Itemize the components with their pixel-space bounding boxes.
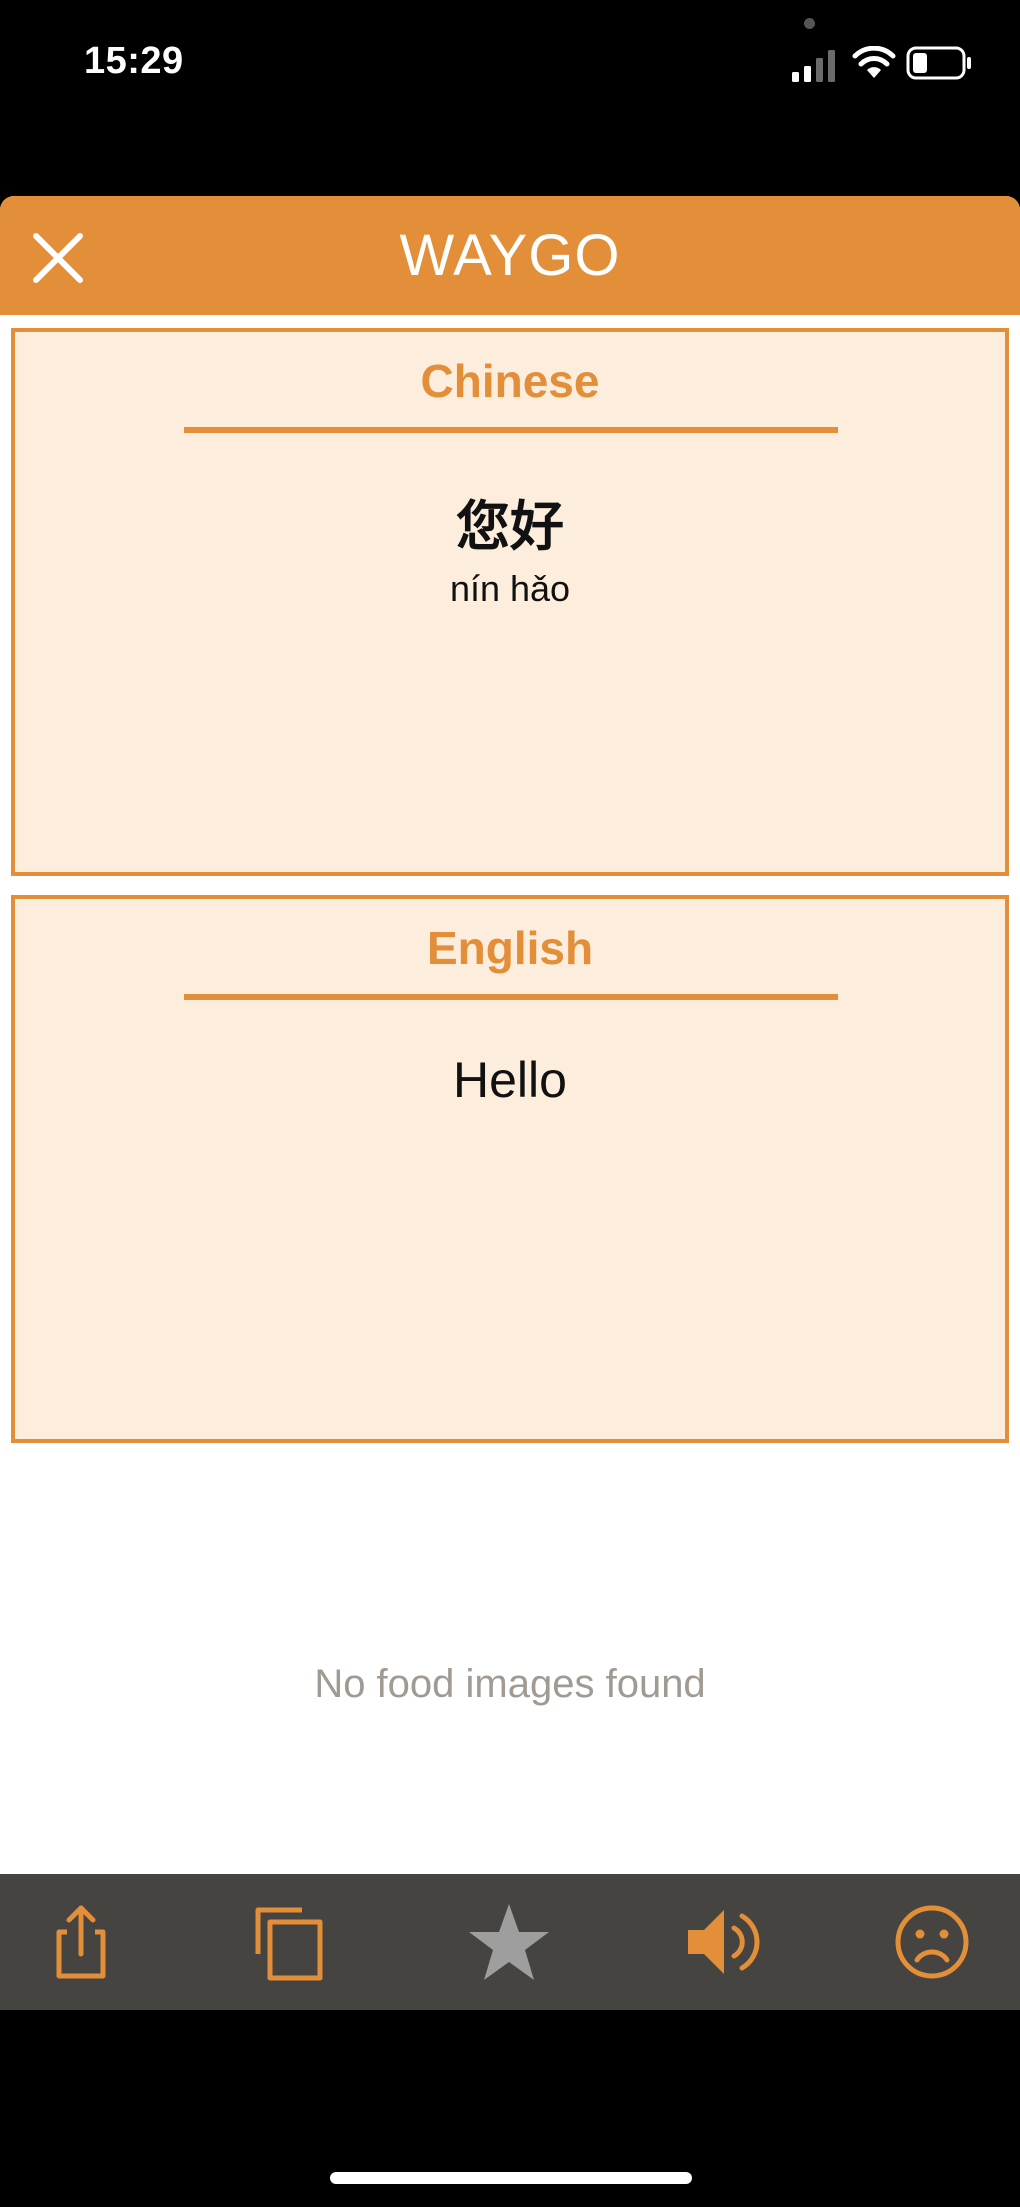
home-indicator[interactable] [330, 2172, 692, 2184]
share-icon [56, 1905, 106, 1979]
sad-face-icon [895, 1905, 969, 1979]
speak-button[interactable] [680, 1898, 768, 1986]
copy-button[interactable] [246, 1898, 334, 1986]
app-title: WAYGO [399, 223, 621, 288]
status-time: 15:29 [84, 40, 184, 82]
empty-images-message: No food images found [314, 1662, 706, 1706]
action-toolbar [0, 1874, 1020, 2010]
translated-text: Hello [453, 1052, 567, 1108]
share-button[interactable] [37, 1898, 125, 1986]
pronunciation-text: nín hǎo [449, 568, 571, 609]
star-icon [469, 1904, 549, 1980]
target-language-label: English [426, 922, 594, 974]
camera-indicator [804, 18, 815, 29]
source-language-card: Chinese 您好 nín hǎo [11, 328, 1009, 876]
header-bar: WAYGO [0, 196, 1020, 315]
status-bar: 15:29 [0, 0, 1020, 130]
translation-sheet: WAYGO Chinese 您好 nín hǎo English Hello N… [0, 196, 1020, 2010]
signal-icon [792, 50, 835, 82]
card-divider [184, 427, 838, 433]
card-divider [184, 994, 838, 1000]
source-language-label: Chinese [420, 355, 600, 407]
speaker-icon [688, 1910, 760, 1974]
wifi-icon [852, 46, 896, 78]
report-button[interactable] [888, 1898, 976, 1986]
source-text: 您好 [456, 495, 564, 558]
copy-icon [255, 1907, 323, 1981]
battery-icon [906, 46, 971, 80]
favorite-button[interactable] [465, 1898, 553, 1986]
translation-card: English Hello [11, 895, 1009, 1443]
